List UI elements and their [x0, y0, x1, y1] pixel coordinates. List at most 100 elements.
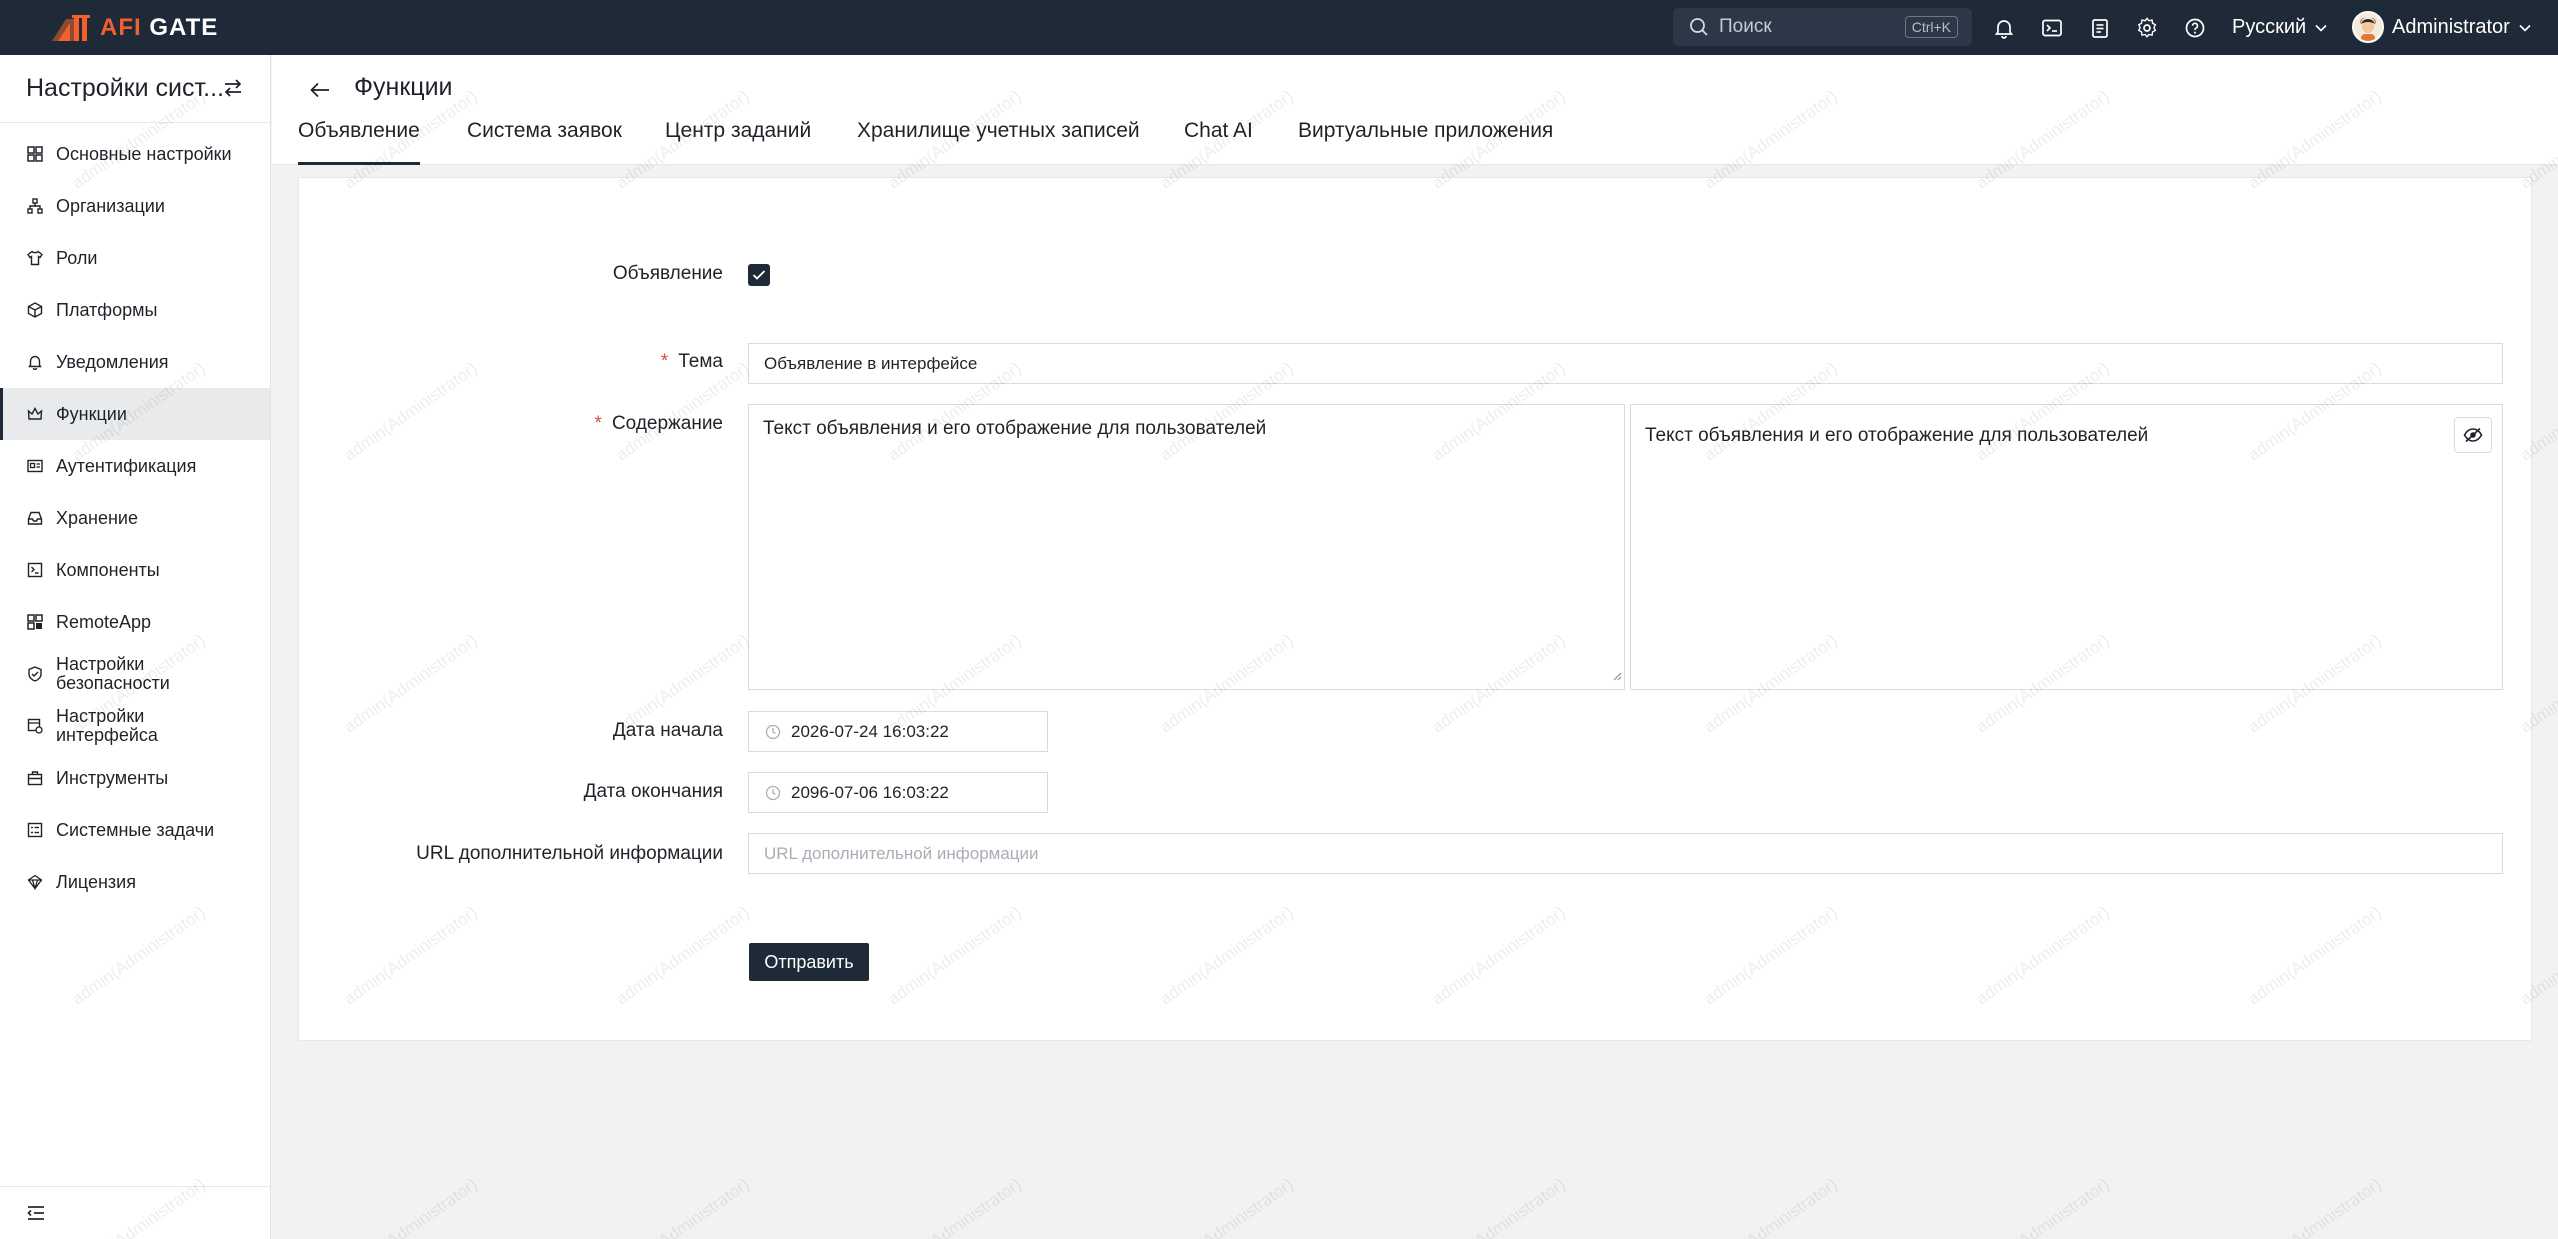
subject-label: * Тема — [660, 351, 723, 372]
watermark-text: admin(Administrator) — [1700, 1174, 1841, 1239]
sidebar-item-features[interactable]: Функции — [0, 388, 270, 440]
clock-icon — [765, 785, 781, 801]
sidebar-item-label: Аутентификация — [56, 455, 197, 476]
inbox-icon — [26, 509, 44, 527]
tab-account-vault[interactable]: Хранилище учетных записей — [857, 119, 1140, 165]
sidebar-item-label: RemoteApp — [56, 611, 152, 632]
subject-field[interactable] — [748, 343, 2503, 384]
apps-icon — [26, 613, 44, 631]
sidebar-item-label: Настройки безопасности — [56, 654, 170, 693]
sidebar-item-organizations[interactable]: Организации — [0, 180, 270, 232]
url-field[interactable] — [748, 833, 2503, 874]
shirt-icon — [26, 249, 44, 267]
sidebar-item-basic-settings[interactable]: Основные настройки — [0, 128, 270, 180]
sidebar-item-label: Функции — [56, 403, 127, 424]
tab-chat-ai[interactable]: Chat AI — [1184, 119, 1253, 165]
sidebar-item-label: Системные задачи — [56, 819, 215, 840]
search-input[interactable] — [1719, 16, 1879, 38]
sidebar-item-security-settings[interactable]: Настройки безопасности — [0, 648, 270, 700]
content-label: * Содержание — [594, 413, 723, 434]
sidebar-item-label: Организации — [56, 195, 165, 216]
start-date-value: 2026-07-24 16:03:22 — [791, 721, 949, 741]
watermark-text: admin(Administrator) — [1972, 1174, 2113, 1239]
sidebar-item-system-tasks[interactable]: Системные задачи — [0, 804, 270, 856]
sidebar-item-tools[interactable]: Инструменты — [0, 752, 270, 804]
preview-toggle-button[interactable] — [2454, 417, 2492, 453]
crown-icon — [26, 405, 44, 423]
sidebar-item-components[interactable]: Компоненты — [0, 544, 270, 596]
eye-hidden-icon — [2463, 427, 2483, 443]
sidebar-item-authentication[interactable]: Аутентификация — [0, 440, 270, 492]
sidebar-footer — [0, 1186, 270, 1239]
url-label: URL дополнительной информации — [416, 843, 723, 864]
clock-icon — [765, 724, 781, 740]
preview-text: Текст объявления и его отображение для п… — [1645, 425, 2149, 446]
sidebar-item-remoteapp[interactable]: RemoteApp — [0, 596, 270, 648]
gear-icon[interactable] — [2134, 15, 2160, 41]
language-label: Русский — [2232, 15, 2307, 38]
bell-icon[interactable] — [1991, 15, 2017, 41]
watermark-text: admin(Administrator) — [884, 1174, 1025, 1239]
sidebar: Настройки сист... Основные настройки Орг… — [0, 55, 271, 1239]
license-icon — [26, 873, 44, 891]
toolbox-icon — [26, 769, 44, 787]
help-icon[interactable] — [2182, 15, 2208, 41]
watermark-text: admin(Administrator) — [1428, 1174, 1569, 1239]
sidebar-item-storage[interactable]: Хранение — [0, 492, 270, 544]
end-date-value: 2096-07-06 16:03:22 — [791, 782, 949, 802]
sidebar-item-interface-settings[interactable]: Настройки интерфейса — [0, 700, 270, 752]
collapse-menu-icon[interactable] — [26, 1203, 46, 1228]
sidebar-item-label: Хранение — [56, 507, 138, 528]
announcement-checkbox[interactable] — [748, 264, 770, 286]
sidebar-item-notifications[interactable]: Уведомления — [0, 336, 270, 388]
submit-button[interactable]: Отправить — [749, 943, 869, 981]
logo[interactable]: AFI GATE — [48, 0, 218, 55]
search-icon — [1687, 15, 1711, 39]
sidebar-item-label: Роли — [56, 247, 98, 268]
avatar — [2352, 11, 2384, 43]
sidebar-item-label: Компоненты — [56, 559, 160, 580]
url-input[interactable] — [764, 843, 2502, 864]
end-date-picker[interactable]: 2096-07-06 16:03:22 — [748, 772, 1048, 813]
sidebar-item-license[interactable]: Лицензия — [0, 856, 270, 908]
logo-icon — [48, 11, 96, 45]
watermark-text: admin(Administrator) — [2516, 1174, 2558, 1239]
shield-check-icon — [26, 665, 44, 683]
search-shortcut: Ctrl+K — [1904, 16, 1958, 38]
sidebar-item-label: Лицензия — [56, 871, 136, 892]
watermark-text: admin(Administrator) — [2244, 1174, 2385, 1239]
user-menu[interactable]: Administrator — [2352, 10, 2532, 44]
clipboard-icon[interactable] — [2087, 15, 2113, 41]
content-textarea[interactable]: Текст объявления и его отображение для п… — [748, 404, 1625, 690]
org-tree-icon — [26, 197, 44, 215]
end-date-label: Дата окончания — [583, 781, 723, 802]
sidebar-item-label: Основные настройки — [56, 143, 232, 164]
start-date-label: Дата начала — [612, 720, 723, 741]
sidebar-title: Настройки сист... — [26, 74, 225, 102]
terminal-icon[interactable] — [2039, 15, 2065, 41]
id-card-icon — [26, 457, 44, 475]
sidebar-item-platforms[interactable]: Платформы — [0, 284, 270, 336]
search-bar[interactable]: Ctrl+K — [1673, 8, 1972, 46]
sidebar-item-roles[interactable]: Роли — [0, 232, 270, 284]
cube-icon — [26, 301, 44, 319]
subject-input[interactable] — [764, 353, 2502, 374]
grid-icon — [26, 145, 44, 163]
chevron-down-icon — [2314, 16, 2328, 39]
content-preview: Текст объявления и его отображение для п… — [1630, 404, 2503, 690]
switch-icon[interactable] — [222, 77, 244, 106]
language-selector[interactable]: Русский — [2232, 12, 2328, 42]
sidebar-item-label: Инструменты — [56, 767, 169, 788]
announcement-label: Объявление — [612, 263, 723, 284]
resize-handle-icon[interactable] — [1612, 665, 1622, 687]
logo-text: AFI GATE — [100, 13, 219, 41]
tab-virtual-apps[interactable]: Виртуальные приложения — [1298, 119, 1553, 165]
component-icon — [26, 561, 44, 579]
interface-icon — [26, 717, 44, 735]
user-name: Administrator — [2392, 15, 2510, 38]
start-date-picker[interactable]: 2026-07-24 16:03:22 — [748, 711, 1048, 752]
sidebar-header: Настройки сист... — [0, 55, 270, 123]
sidebar-item-label: Уведомления — [56, 351, 169, 372]
sidebar-item-label: Настройки интерфейса — [56, 706, 158, 745]
task-list-icon — [26, 821, 44, 839]
